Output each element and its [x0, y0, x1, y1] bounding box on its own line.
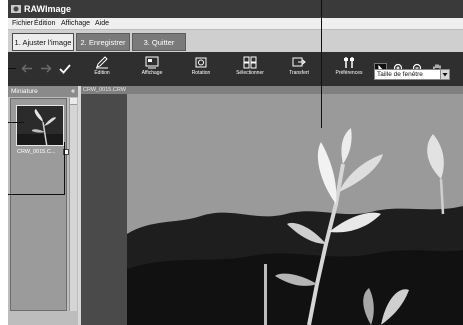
- transfer-button[interactable]: Transfert: [282, 52, 316, 86]
- preview-image[interactable]: [81, 94, 463, 325]
- rotate-button[interactable]: Rotation: [186, 52, 216, 86]
- thumbnail-list: CRW_0015.C...: [10, 98, 69, 311]
- app-window: RAWImage Fichier Édition Affichage Aide …: [8, 0, 463, 325]
- forward-arrow-icon[interactable]: [40, 64, 52, 73]
- transfer-icon: [292, 57, 306, 67]
- preferences-button[interactable]: Préférences: [330, 52, 368, 86]
- callout-line-check-vertical: [64, 142, 65, 194]
- select-label: Sélectionner: [236, 70, 264, 76]
- chevron-down-icon: [442, 73, 448, 77]
- menu-affichage[interactable]: Affichage: [61, 18, 90, 30]
- back-arrow-icon[interactable]: [21, 64, 33, 73]
- viewer-filename: CRW_0015.CRW: [83, 87, 126, 93]
- sidebar-scrollbar[interactable]: [69, 98, 77, 311]
- plant-thumbnail-icon: [17, 106, 63, 145]
- display-button[interactable]: Affichage: [136, 52, 168, 86]
- select-icon: [243, 56, 257, 69]
- edit-label: Édition: [94, 70, 110, 76]
- tab-save[interactable]: 2. Enregistrer: [76, 33, 130, 51]
- preferences-icon: [344, 57, 354, 68]
- select-button[interactable]: Sélectionner: [231, 52, 269, 86]
- menu-aide[interactable]: Aide: [95, 18, 109, 30]
- menu-bar: Fichier Édition Affichage Aide: [8, 18, 463, 30]
- tab-adjust-image[interactable]: 1. Ajuster l'image: [12, 33, 74, 51]
- tab-quit[interactable]: 3. Quitter: [132, 33, 186, 51]
- app-icon: [11, 5, 21, 13]
- scroll-up-icon[interactable]: [70, 98, 77, 105]
- app-title: RAWImage: [24, 4, 72, 14]
- display-label: Affichage: [141, 70, 163, 76]
- preferences-label: Préférences: [335, 70, 363, 76]
- zoom-select[interactable]: Taille de fenêtre: [374, 69, 450, 80]
- thumbnail-caption: CRW_0015.C...: [17, 149, 56, 155]
- menu-edition[interactable]: Édition: [34, 18, 55, 30]
- sidebar-header: Miniature «: [8, 86, 78, 97]
- collapse-sidebar-icon[interactable]: «: [71, 86, 75, 97]
- plant-photo: [81, 94, 463, 325]
- check-icon[interactable]: [59, 64, 71, 74]
- callout-line-thumbnail: [8, 122, 24, 123]
- zoom-select-arrow[interactable]: [440, 70, 449, 79]
- sidebar-title: Miniature: [11, 88, 38, 95]
- callout-line-nav: [8, 68, 16, 69]
- menu-fichier[interactable]: Fichier: [12, 18, 33, 30]
- title-bar: RAWImage: [8, 0, 463, 18]
- callout-line-check: [8, 194, 65, 195]
- step-tabs: 1. Ajuster l'image 2. Enregistrer 3. Qui…: [8, 30, 463, 52]
- rotate-label: Rotation: [191, 70, 211, 76]
- transfer-label: Transfert: [289, 70, 309, 76]
- display-icon: [145, 56, 159, 69]
- edit-button[interactable]: Édition: [88, 52, 116, 86]
- edit-icon: [96, 56, 108, 69]
- callout-line-title: [321, 0, 322, 128]
- toolbar: Édition Affichage Rotation Sélectionner …: [8, 52, 463, 86]
- image-viewer: CRW_0015.CRW: [81, 86, 463, 325]
- zoom-select-value: Taille de fenêtre: [377, 71, 423, 78]
- thumbnail-image[interactable]: [16, 105, 64, 146]
- rotate-icon: [195, 57, 207, 68]
